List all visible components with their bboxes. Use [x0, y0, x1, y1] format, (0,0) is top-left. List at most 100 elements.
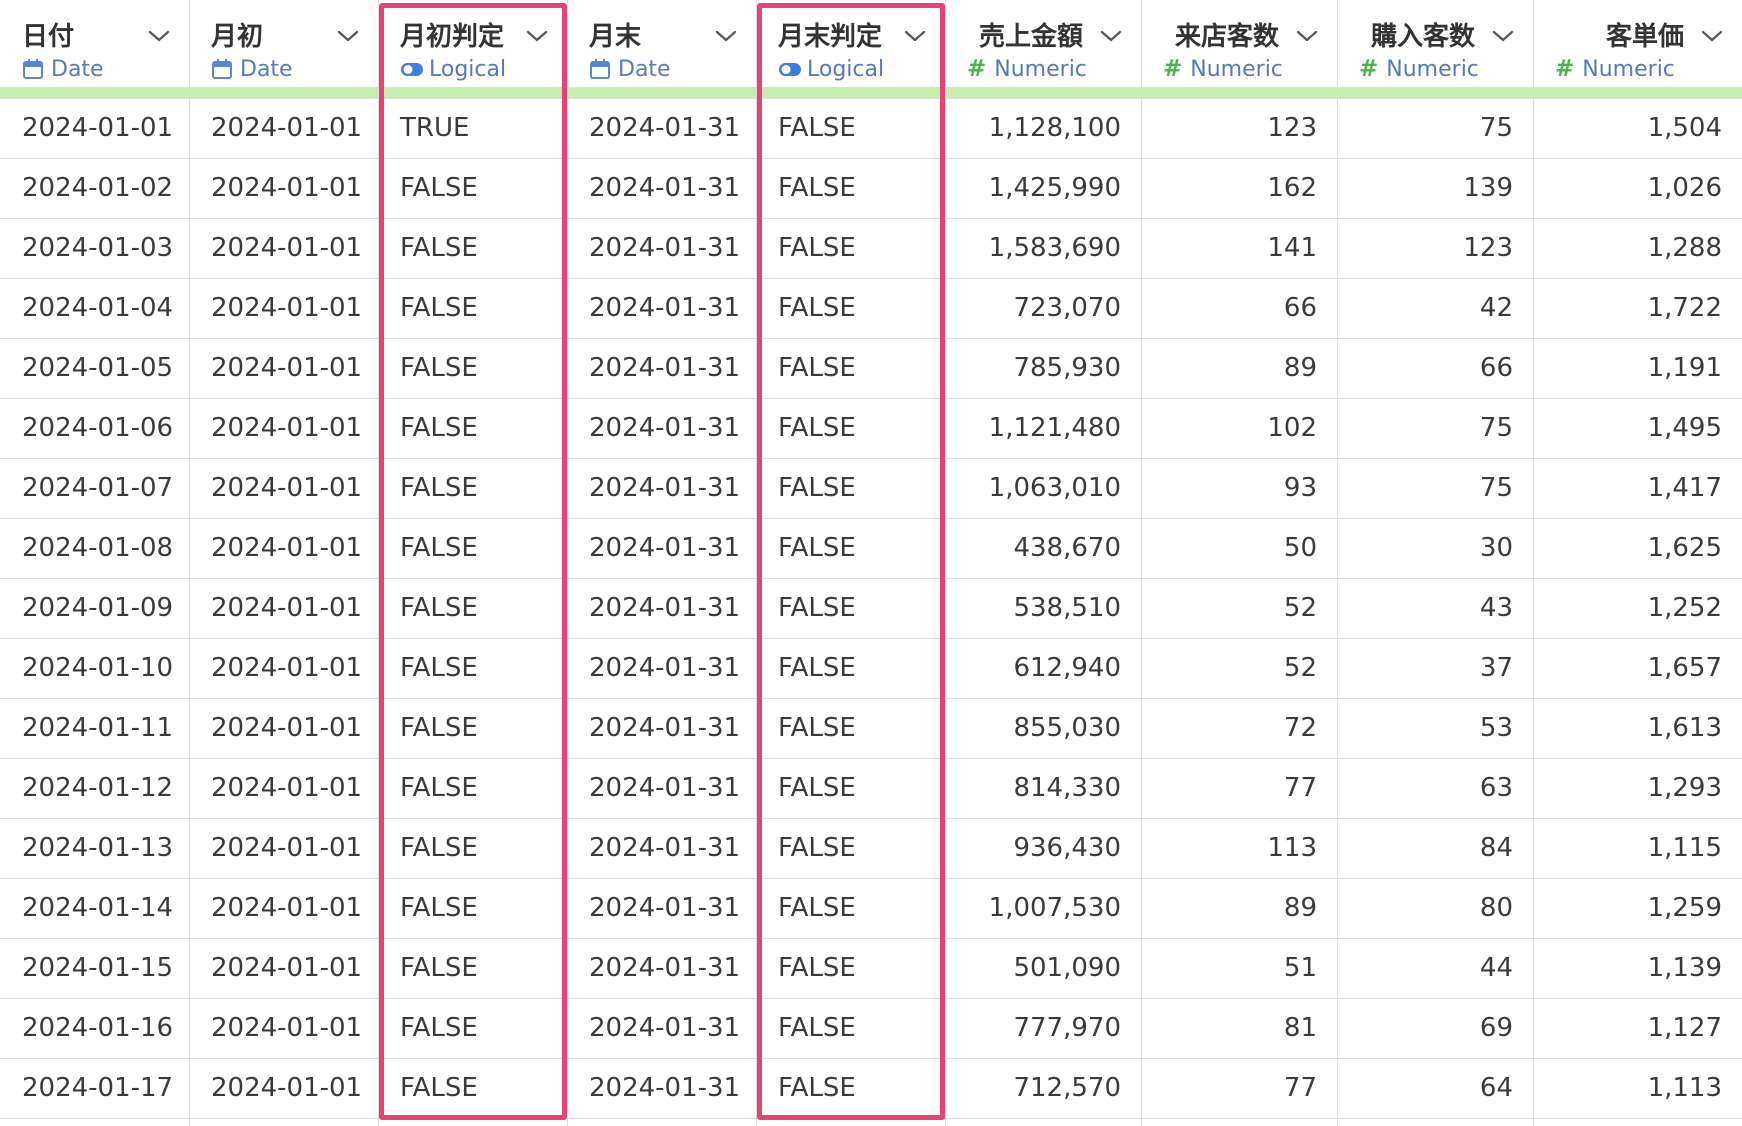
chevron-down-icon[interactable]: [1295, 28, 1319, 44]
table-cell[interactable]: FALSE: [378, 998, 567, 1058]
table-cell[interactable]: FALSE: [756, 698, 945, 758]
table-cell[interactable]: 1,425,990: [945, 158, 1141, 218]
table-cell[interactable]: FALSE: [378, 338, 567, 398]
table-cell[interactable]: 42: [1337, 278, 1533, 338]
table-cell[interactable]: 2024-01-17: [0, 1058, 189, 1118]
table-cell[interactable]: FALSE: [378, 458, 567, 518]
table-cell[interactable]: FALSE: [378, 758, 567, 818]
table-cell[interactable]: 1,722: [1533, 278, 1742, 338]
table-cell[interactable]: 1,504: [1533, 98, 1742, 158]
table-cell[interactable]: 30: [1337, 518, 1533, 578]
table-cell[interactable]: FALSE: [378, 938, 567, 998]
table-cell[interactable]: 1,139: [1533, 938, 1742, 998]
table-cell[interactable]: 123: [1141, 98, 1337, 158]
table-cell[interactable]: 2024-01-11: [0, 698, 189, 758]
table-cell[interactable]: 75: [1337, 458, 1533, 518]
table-cell[interactable]: TRUE: [378, 98, 567, 158]
table-cell[interactable]: 63: [1337, 758, 1533, 818]
table-cell[interactable]: 2024-01-01: [189, 998, 378, 1058]
table-cell[interactable]: FALSE: [756, 158, 945, 218]
table-cell[interactable]: 66: [1337, 338, 1533, 398]
table-cell[interactable]: 53: [1337, 698, 1533, 758]
table-cell[interactable]: FALSE: [756, 338, 945, 398]
column-header[interactable]: 来店客数 # Numeric: [1141, 0, 1337, 87]
table-cell[interactable]: 777,970: [945, 998, 1141, 1058]
table-cell[interactable]: 89: [1141, 338, 1337, 398]
table-cell[interactable]: 123: [1337, 218, 1533, 278]
column-header[interactable]: 月末 Date: [567, 0, 756, 87]
table-cell[interactable]: 1,128,100: [945, 98, 1141, 158]
chevron-down-icon[interactable]: [1099, 28, 1123, 44]
table-cell[interactable]: 72: [1141, 698, 1337, 758]
table-cell[interactable]: FALSE: [378, 398, 567, 458]
table-cell[interactable]: FALSE: [378, 698, 567, 758]
table-cell[interactable]: 139: [1337, 158, 1533, 218]
table-cell[interactable]: 1,191: [1533, 338, 1742, 398]
table-cell[interactable]: 2024-01-08: [0, 518, 189, 578]
table-cell[interactable]: 2024-01-31: [567, 578, 756, 638]
column-header[interactable]: 購入客数 # Numeric: [1337, 0, 1533, 87]
table-cell[interactable]: FALSE: [378, 518, 567, 578]
table-cell[interactable]: 2024-01-31: [567, 218, 756, 278]
table-cell[interactable]: 936,430: [945, 818, 1141, 878]
table-cell[interactable]: 2024-01-31: [567, 1058, 756, 1118]
table-cell[interactable]: 2024-01-01: [189, 698, 378, 758]
table-cell[interactable]: 44: [1337, 938, 1533, 998]
table-cell[interactable]: 2024-01-01: [189, 938, 378, 998]
table-cell[interactable]: 712,570: [945, 1058, 1141, 1118]
table-cell[interactable]: 2024-01-05: [0, 338, 189, 398]
table-cell[interactable]: 538,510: [945, 578, 1141, 638]
table-cell[interactable]: 1,495: [1533, 398, 1742, 458]
table-cell[interactable]: FALSE: [378, 158, 567, 218]
table-cell[interactable]: 2024-01-04: [0, 278, 189, 338]
table-cell[interactable]: FALSE: [378, 278, 567, 338]
table-cell[interactable]: FALSE: [756, 1058, 945, 1118]
table-cell[interactable]: FALSE: [756, 758, 945, 818]
table-cell[interactable]: 1,288: [1533, 218, 1742, 278]
table-cell[interactable]: 2024-01-01: [189, 218, 378, 278]
table-cell[interactable]: 2024-01-10: [0, 638, 189, 698]
table-cell[interactable]: 814,330: [945, 758, 1141, 818]
table-cell[interactable]: 2024-01-01: [189, 98, 378, 158]
table-cell[interactable]: FALSE: [756, 218, 945, 278]
table-cell[interactable]: 2024-01-01: [189, 758, 378, 818]
table-cell[interactable]: 113: [1141, 818, 1337, 878]
table-cell[interactable]: 1,127: [1533, 998, 1742, 1058]
table-cell[interactable]: 75: [1337, 398, 1533, 458]
table-cell[interactable]: 2024-01-01: [189, 338, 378, 398]
table-cell[interactable]: 1,417: [1533, 458, 1742, 518]
table-cell[interactable]: 2024-01-15: [0, 938, 189, 998]
table-cell[interactable]: 2024-01-31: [567, 398, 756, 458]
table-cell[interactable]: 612,940: [945, 638, 1141, 698]
table-cell[interactable]: 77: [1141, 758, 1337, 818]
table-cell[interactable]: 2024-01-01: [189, 638, 378, 698]
table-cell[interactable]: FALSE: [756, 398, 945, 458]
column-header[interactable]: 売上金額 # Numeric: [945, 0, 1141, 87]
table-cell[interactable]: 2024-01-31: [567, 818, 756, 878]
table-cell[interactable]: FALSE: [756, 818, 945, 878]
table-cell[interactable]: FALSE: [378, 638, 567, 698]
table-cell[interactable]: 84: [1337, 818, 1533, 878]
table-cell[interactable]: 1,293: [1533, 758, 1742, 818]
table-cell[interactable]: FALSE: [378, 878, 567, 938]
column-header[interactable]: 日付 Date: [0, 0, 189, 87]
table-cell[interactable]: 162: [1141, 158, 1337, 218]
table-cell[interactable]: 69: [1337, 998, 1533, 1058]
table-cell[interactable]: 855,030: [945, 698, 1141, 758]
table-cell[interactable]: 2024-01-31: [567, 758, 756, 818]
table-cell[interactable]: 2024-01-31: [567, 278, 756, 338]
column-header[interactable]: 客単価 # Numeric: [1533, 0, 1742, 87]
table-cell[interactable]: 102: [1141, 398, 1337, 458]
table-cell[interactable]: 1,657: [1533, 638, 1742, 698]
table-cell[interactable]: 2024-01-16: [0, 998, 189, 1058]
table-cell[interactable]: 2024-01-06: [0, 398, 189, 458]
table-cell[interactable]: FALSE: [756, 98, 945, 158]
table-cell[interactable]: FALSE: [756, 998, 945, 1058]
table-cell[interactable]: 1,613: [1533, 698, 1742, 758]
table-cell[interactable]: FALSE: [756, 878, 945, 938]
chevron-down-icon[interactable]: [1700, 28, 1724, 44]
table-cell[interactable]: 2024-01-02: [0, 158, 189, 218]
table-cell[interactable]: 43: [1337, 578, 1533, 638]
table-cell[interactable]: 2024-01-31: [567, 158, 756, 218]
table-cell[interactable]: 1,113: [1533, 1058, 1742, 1118]
